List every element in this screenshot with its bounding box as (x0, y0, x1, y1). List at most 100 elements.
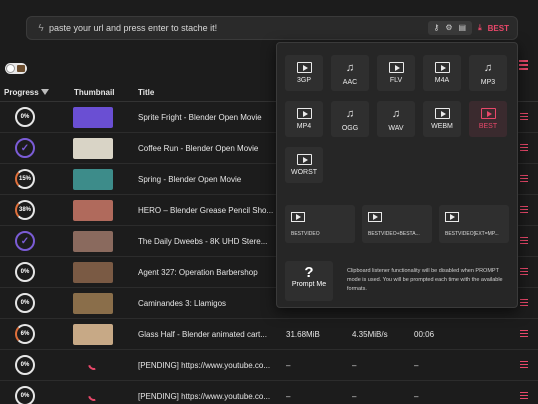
check-icon: ✓ (15, 138, 35, 158)
row-title: The Daily Dweebs - 8K UHD Stere... (138, 237, 268, 246)
progress-header[interactable]: Progress (4, 88, 39, 97)
table-row[interactable]: 0% [PENDING] https://www.youtube.co... – – – (0, 381, 538, 404)
format-option-bestvideo[interactable]: BESTVIDEO (285, 205, 355, 243)
row-menu-icon[interactable] (520, 206, 528, 215)
check-icon: ✓ (15, 231, 35, 251)
row-speed: 4.35MiB/s (352, 330, 388, 339)
format-label: WEBM (431, 123, 453, 130)
format-option-mp3[interactable]: ♫ MP3 (469, 55, 507, 91)
format-option-bestvideo-ext[interactable]: BESTVIDEO[EXT=MP... (439, 205, 509, 243)
video-icon (445, 212, 459, 222)
row-eta: – (414, 361, 419, 370)
prompt-note: Clipboard listener functionality will be… (347, 268, 503, 292)
video-icon (296, 62, 312, 73)
gear-icon[interactable]: ⚙ (445, 21, 452, 35)
progress-ring: 6% (15, 324, 35, 344)
thumbnail-image (73, 138, 113, 159)
table-row[interactable]: 0% [PENDING] https://www.youtube.co... – – – (0, 350, 538, 381)
row-menu-icon[interactable] (520, 392, 528, 401)
url-bar: ϟ ⚷ ⚙ ▤ ⤓ BEST (26, 16, 518, 40)
row-size: – (286, 392, 291, 401)
format-label: WORST (290, 169, 318, 176)
format-option-bestvideo-bestaudio[interactable]: BESTVIDEO+BESTA... (362, 205, 432, 243)
row-title: [PENDING] https://www.youtube.co... (138, 392, 271, 401)
format-option-ogg[interactable]: ♫ OGG (331, 101, 369, 137)
music-note-icon: ♫ (345, 107, 355, 120)
row-menu-icon[interactable] (520, 361, 528, 370)
progress-ring: 0% (15, 262, 35, 282)
toolbar-tools: ⚷ ⚙ ▤ (427, 21, 473, 35)
prompt-me-button[interactable]: ? Prompt Me (285, 261, 333, 301)
row-menu-icon[interactable] (520, 330, 528, 339)
thumbnail-image (73, 200, 113, 221)
row-size: 31.68MiB (286, 330, 320, 339)
format-label: BEST (478, 123, 498, 130)
format-badge: BEST (487, 23, 509, 33)
title-header: Title (138, 88, 155, 97)
video-icon (434, 62, 450, 73)
progress-ring: 0% (15, 355, 35, 375)
row-speed: – (352, 392, 357, 401)
row-menu-icon[interactable] (520, 237, 528, 246)
format-label: WAV (388, 124, 404, 132)
loading-spinner-icon (85, 355, 103, 373)
loading-spinner-icon (85, 386, 103, 404)
row-speed: – (352, 361, 357, 370)
row-menu-icon[interactable] (520, 268, 528, 277)
format-label: MP4 (296, 123, 312, 130)
format-option-mp4[interactable]: MP4 (285, 101, 323, 137)
row-title: Spring - Blender Open Movie (138, 175, 242, 184)
format-option-3gp[interactable]: 3GP (285, 55, 323, 91)
theme-toggle[interactable] (5, 63, 27, 74)
thumbnail-header: Thumbnail (74, 88, 115, 97)
format-label: AAC (342, 78, 358, 86)
progress-ring: 38% (15, 200, 35, 220)
row-menu-icon[interactable] (520, 144, 528, 153)
video-icon (388, 62, 404, 73)
clipboard-icon[interactable]: ▤ (459, 21, 467, 35)
format-option-wav[interactable]: ♫ WAV (377, 101, 415, 137)
format-option-worst[interactable]: WORST (285, 147, 323, 183)
download-icon: ⤓ (478, 23, 482, 32)
format-menu: BESTVIDEO BESTVIDEO+BESTA... BESTVIDEO[E… (276, 42, 518, 308)
format-option-flv[interactable]: FLV (377, 55, 415, 91)
url-input[interactable] (49, 23, 428, 33)
format-label: FLV (389, 77, 403, 84)
key-icon[interactable]: ⚷ (434, 21, 440, 35)
format-label: MP3 (480, 78, 496, 86)
music-note-icon: ♫ (483, 61, 493, 74)
row-menu-icon[interactable] (520, 113, 528, 122)
format-option-webm[interactable]: WEBM (423, 101, 461, 137)
menu-icon[interactable] (519, 60, 528, 72)
progress-ring: 15% (15, 169, 35, 189)
progress-ring: 0% (15, 107, 35, 127)
row-menu-icon[interactable] (520, 299, 528, 308)
thumbnail-image (73, 107, 113, 128)
format-label: OGG (341, 124, 359, 132)
row-menu-icon[interactable] (520, 175, 528, 184)
format-option-m4a[interactable]: M4A (423, 55, 461, 91)
format-option-aac[interactable]: ♫ AAC (331, 55, 369, 91)
row-title: Agent 327: Operation Barbershop (138, 268, 258, 277)
video-icon (296, 108, 312, 119)
row-title: HERO – Blender Grease Pencil Sho... (138, 206, 274, 215)
row-eta: 00:06 (414, 330, 435, 339)
video-icon (434, 108, 450, 119)
row-eta: – (414, 392, 419, 401)
card-icon (17, 65, 25, 72)
thumbnail-image (73, 262, 113, 283)
music-note-icon: ♫ (391, 107, 401, 120)
format-option-best[interactable]: BEST (469, 101, 507, 137)
format-selector-button[interactable]: ⤓ BEST (478, 23, 509, 33)
table-row[interactable]: 6% Glass Half - Blender animated cart... 3… (0, 319, 538, 350)
thumbnail-image (73, 231, 113, 252)
format-label: M4A (434, 77, 450, 84)
bolt-icon: ϟ (38, 22, 44, 34)
row-title: Sprite Fright - Blender Open Movie (138, 113, 262, 122)
row-title: Caminandes 3: Llamigos (138, 299, 227, 308)
toggle-knob (6, 64, 15, 73)
sort-down-icon[interactable] (41, 89, 49, 95)
row-title: Coffee Run - Blender Open Movie (138, 144, 259, 153)
video-icon (296, 154, 312, 165)
music-note-icon: ♫ (345, 61, 355, 74)
